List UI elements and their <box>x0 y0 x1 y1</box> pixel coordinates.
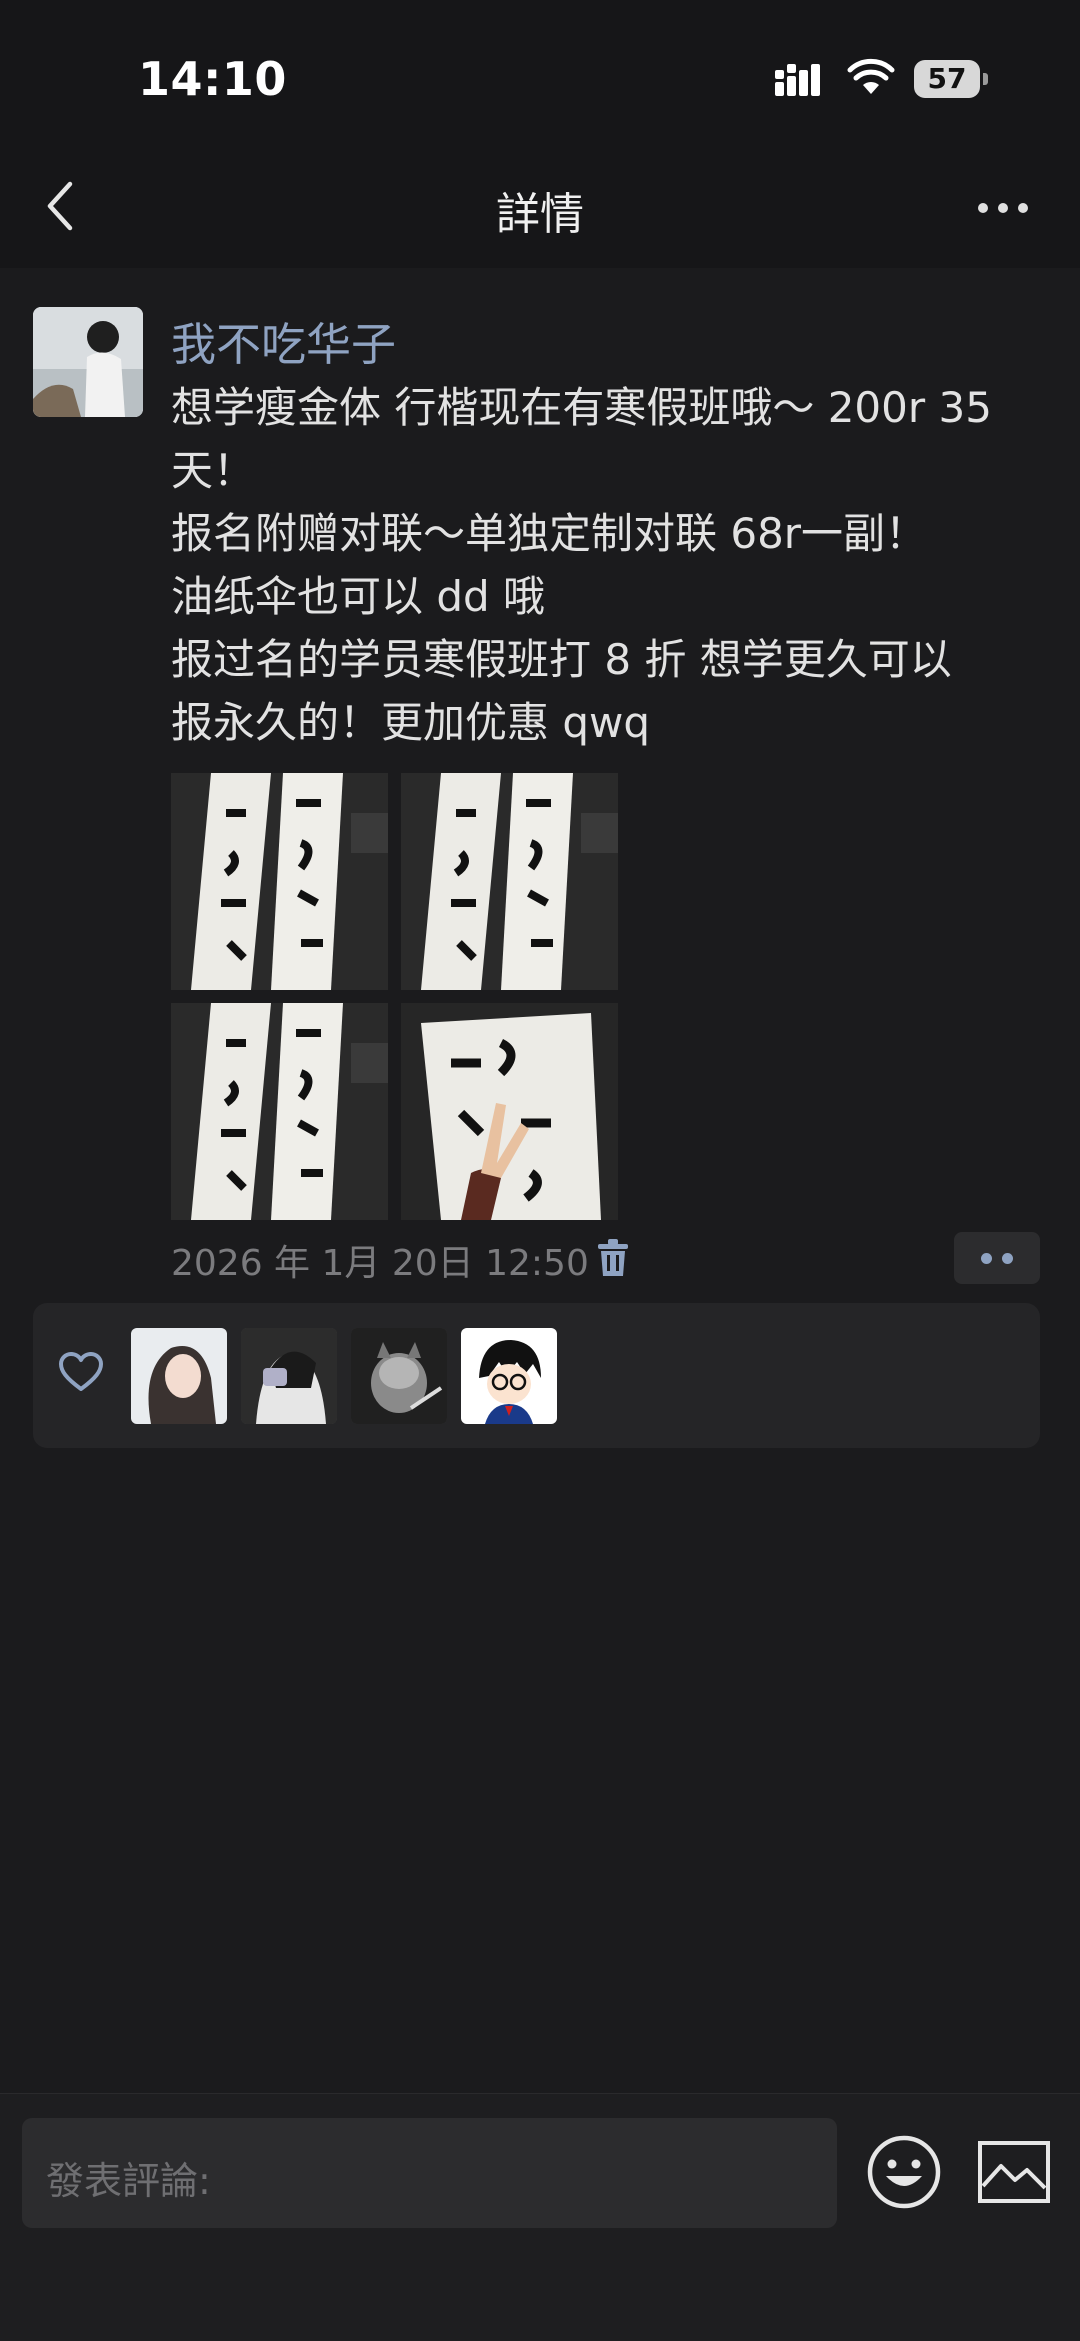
signal-icon <box>775 64 820 96</box>
comment-placeholder: 發表評論: <box>46 2159 211 2203</box>
liker-avatar[interactable] <box>461 1328 557 1424</box>
post-text-line: 油纸伞也可以 dd 哦 <box>171 572 546 621</box>
post-text-line: 报永久的！更加优惠 qwq <box>171 698 651 747</box>
comment-input[interactable]: 發表評論: <box>22 2118 837 2228</box>
trash-icon[interactable] <box>596 1238 630 1278</box>
author-avatar[interactable] <box>33 307 143 417</box>
wifi-icon <box>847 58 895 94</box>
post-photo[interactable] <box>401 773 618 990</box>
post-text-line: 报名附赠对联～单独定制对联 68r一副！ <box>171 509 928 558</box>
battery-indicator: 57 <box>914 60 988 98</box>
post-photo[interactable] <box>171 1003 388 1220</box>
heart-icon[interactable] <box>58 1351 104 1393</box>
battery-level: 57 <box>927 62 967 95</box>
more-dots-icon[interactable] <box>970 185 1036 229</box>
status-time: 14:10 <box>138 52 287 106</box>
liker-avatar[interactable] <box>241 1328 337 1424</box>
page: 14:10 57 詳情 我不吃华子 想学瘦金体 行楷现在有寒假班哦～ 200r … <box>0 0 1080 2341</box>
author-name[interactable]: 我不吃华子 <box>171 308 396 373</box>
post-text-line: 想学瘦金体 行楷现在有寒假班哦～ 200r 35 <box>171 383 992 432</box>
post-timestamp: 2026 年 1月 20日 12:50 <box>171 1243 589 1284</box>
comment-bar: 發表評論: <box>0 2093 1080 2341</box>
two-dots-icon[interactable] <box>954 1232 1040 1284</box>
liker-avatar[interactable] <box>131 1328 227 1424</box>
post-text-line: 报过名的学员寒假班打 8 折 想学更久可以 <box>171 635 952 684</box>
likes-panel <box>33 1303 1040 1448</box>
emoji-icon[interactable] <box>866 2134 942 2210</box>
image-icon[interactable] <box>977 2140 1051 2204</box>
post-text-line: 天！ <box>171 446 256 495</box>
post-text: 想学瘦金体 行楷现在有寒假班哦～ 200r 35 天！ 报名附赠对联～单独定制对… <box>171 376 1061 754</box>
top-bar: 14:10 57 詳情 <box>0 0 1080 268</box>
liker-avatar[interactable] <box>351 1328 447 1424</box>
post-photo[interactable] <box>401 1003 618 1220</box>
post-photo[interactable] <box>171 773 388 990</box>
page-title: 詳情 <box>496 189 584 240</box>
